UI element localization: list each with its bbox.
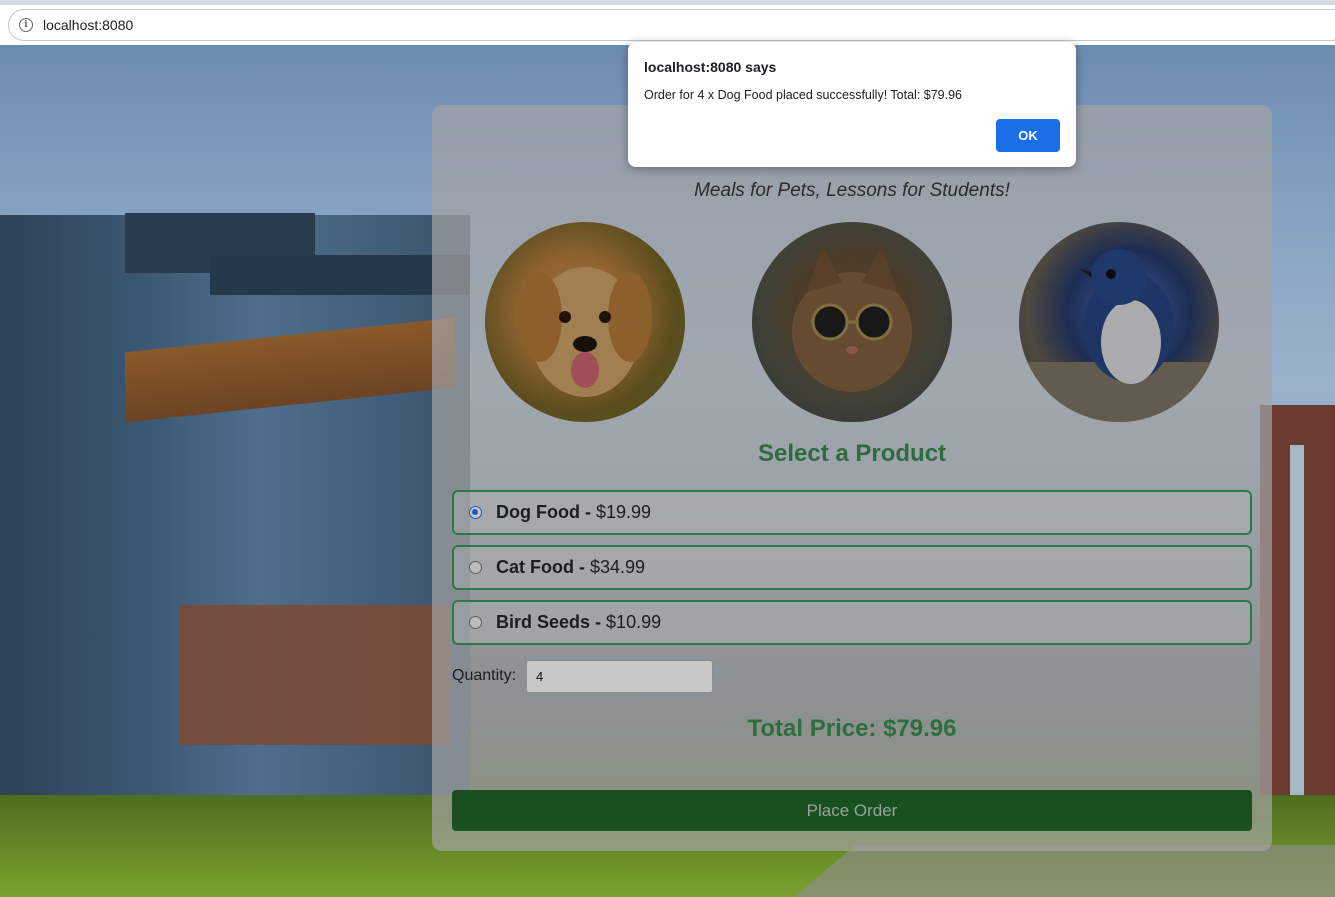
ok-button[interactable]: OK xyxy=(996,119,1060,152)
url-text[interactable]: localhost:8080 xyxy=(43,17,133,33)
dog-image-dim xyxy=(485,222,685,422)
section-title: Select a Product xyxy=(757,440,947,467)
address-bar[interactable]: i localhost:8080 xyxy=(8,9,1335,41)
option-dog-food[interactable]: Dog Food - $19.99 xyxy=(452,490,1252,535)
cat-image xyxy=(752,222,952,422)
option-name: Cat Food xyxy=(496,557,574,577)
radio-cat-food[interactable] xyxy=(469,561,482,574)
bird-image-dim xyxy=(1019,222,1219,422)
total-price: Total Price: $79.96 xyxy=(747,715,957,742)
building-lower-brick xyxy=(180,605,450,745)
place-order-button[interactable]: Place Order xyxy=(452,790,1252,831)
walkway xyxy=(784,845,1335,897)
option-cat-food[interactable]: Cat Food - $34.99 xyxy=(452,545,1252,590)
option-price: $34.99 xyxy=(590,557,646,577)
dialog-title: localhost:8080 says xyxy=(644,59,777,75)
quantity-label: Quantity: xyxy=(452,667,517,684)
option-price: $19.99 xyxy=(595,502,652,522)
page-viewport: Meals for Pets, Lessons for Students! Se… xyxy=(0,45,1335,897)
option-separator: - xyxy=(579,557,585,577)
quantity-input[interactable] xyxy=(526,660,713,693)
site-info-icon[interactable]: i xyxy=(19,18,33,32)
dog-image xyxy=(485,222,685,422)
radio-dog-food[interactable] xyxy=(469,506,482,519)
option-bird-seeds[interactable]: Bird Seeds - $10.99 xyxy=(452,600,1252,645)
bird-image xyxy=(1019,222,1219,422)
option-separator: - xyxy=(595,612,602,632)
option-name: Dog Food xyxy=(496,502,580,522)
browser-top-strip xyxy=(0,0,1335,5)
dialog-message: Order for 4 x Dog Food placed successful… xyxy=(644,88,962,102)
option-price: $10.99 xyxy=(606,612,662,632)
option-separator: - xyxy=(584,502,591,522)
building-roof-upper xyxy=(210,255,470,295)
order-card: Meals for Pets, Lessons for Students! Se… xyxy=(432,105,1272,851)
alert-dialog: localhost:8080 says Order for 4 x Dog Fo… xyxy=(628,42,1076,167)
radio-bird-seeds[interactable] xyxy=(469,616,482,629)
tagline: Meals for Pets, Lessons for Students! xyxy=(694,180,1010,201)
option-name: Bird Seeds xyxy=(496,612,591,632)
cat-image-dim xyxy=(752,222,952,422)
